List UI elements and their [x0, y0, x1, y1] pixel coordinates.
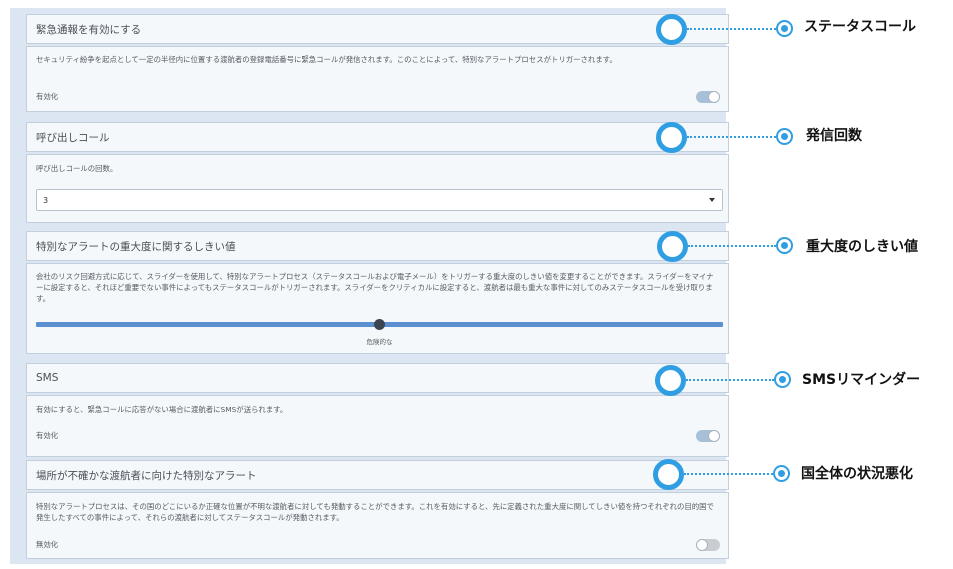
section-sms-body: 有効にすると、緊急コールに応答がない場合に渡航者にSMSが送られます。 有効化 [26, 395, 729, 457]
callout-connector [684, 473, 773, 475]
section-sms-header: SMS [26, 363, 729, 393]
section-call-count-body: 呼び出しコールの回数。 3 [26, 154, 729, 223]
chevron-down-icon [709, 198, 715, 202]
section-severity-body: 会社のリスク回避方式に応じて、スライダーを使用して、特別なアラートプロセス（ステ… [26, 263, 729, 354]
callout-connector [688, 245, 776, 247]
callout-marker [657, 231, 688, 262]
section-title: SMS [36, 372, 59, 384]
section-emergency-call-body: セキュリティ紛争を起点として一定の半径内に位置する渡航者の登録電話番号に緊急コー… [26, 46, 729, 112]
section-description: 有効にすると、緊急コールに応答がない場合に渡航者にSMSが送られます。 [36, 405, 288, 414]
callout-endpoint [776, 128, 793, 145]
section-description: 会社のリスク回避方式に応じて、スライダーを使用して、特別なアラートプロセス（ステ… [36, 272, 714, 303]
section-severity-header: 特別なアラートの重大度に関するしきい値 [26, 231, 729, 261]
callout-endpoint [774, 371, 791, 388]
call-count-select[interactable]: 3 [36, 189, 723, 211]
section-description: セキュリティ紛争を起点として一定の半径内に位置する渡航者の登録電話番号に緊急コー… [36, 55, 617, 64]
section-emergency-call-header: 緊急通報を有効にする [26, 14, 729, 44]
toggle-label: 有効化 [36, 92, 59, 101]
section-location-body: 特別なアラートプロセスは、その国のどこにいるか正確な位置が不明な渡航者に対しても… [26, 492, 729, 559]
settings-panel: 緊急通報を有効にする セキュリティ紛争を起点として一定の半径内に位置する渡航者の… [10, 8, 729, 564]
toggle-label: 有効化 [36, 431, 59, 440]
callout-endpoint [776, 20, 793, 37]
callout-connector [687, 28, 776, 30]
callout-endpoint [773, 465, 790, 482]
annotation-sms-reminder: SMSリマインダー [802, 372, 921, 388]
toggle-label: 無効化 [36, 540, 59, 549]
callout-marker [653, 459, 684, 490]
annotation-call-count: 発信回数 [806, 128, 862, 144]
severity-slider-thumb[interactable] [374, 319, 385, 330]
section-location-header: 場所が不確かな渡航者に向けた特別なアラート [26, 460, 729, 490]
severity-slider-label: 危険的な [366, 338, 393, 346]
toggle-knob [696, 539, 708, 551]
select-value: 3 [43, 195, 49, 205]
sms-toggle[interactable] [696, 430, 720, 442]
section-description: 特別なアラートプロセスは、その国のどこにいるか正確な位置が不明な渡航者に対しても… [36, 502, 714, 522]
annotation-country-deterioration: 国全体の状況悪化 [801, 466, 913, 482]
toggle-knob [708, 430, 720, 442]
location-alert-toggle[interactable] [696, 539, 720, 551]
toggle-knob [708, 91, 720, 103]
section-title: 特別なアラートの重大度に関するしきい値 [36, 240, 236, 253]
section-title: 呼び出しコール [36, 131, 110, 144]
emergency-call-toggle[interactable] [696, 91, 720, 103]
section-title: 場所が不確かな渡航者に向けた特別なアラート [36, 469, 257, 482]
section-call-count-header: 呼び出しコール [26, 122, 729, 152]
callout-marker [656, 122, 687, 153]
annotation-status-call: ステータスコール [804, 19, 916, 35]
callout-endpoint [776, 237, 793, 254]
callout-connector [687, 136, 776, 138]
callout-connector [686, 379, 774, 381]
callout-marker [656, 14, 687, 45]
annotation-severity-threshold: 重大度のしきい値 [806, 239, 918, 255]
section-description: 呼び出しコールの回数。 [36, 164, 118, 173]
callout-marker [655, 365, 686, 396]
section-title: 緊急通報を有効にする [36, 23, 142, 36]
